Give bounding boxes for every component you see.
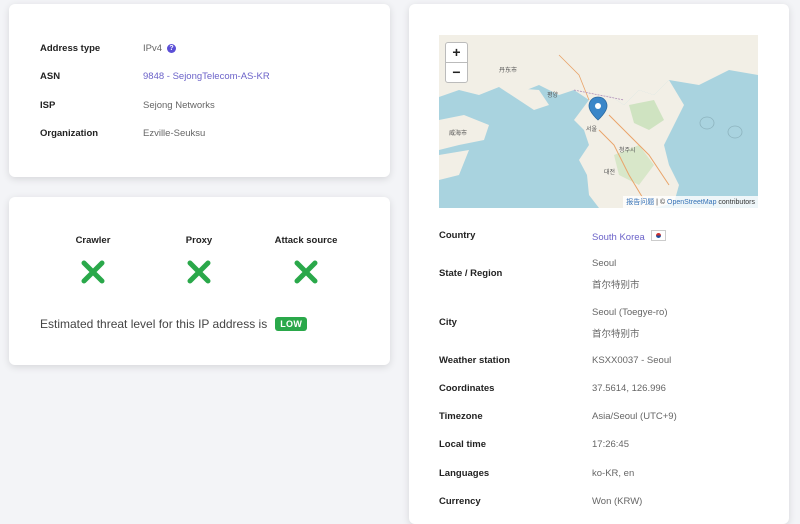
- map-label-city: 평양: [547, 93, 559, 99]
- coordinates-value: 37.5614, 126.996: [592, 383, 666, 394]
- city-native-name: 首尔特别市: [592, 329, 640, 340]
- address-type-label: Address type: [40, 43, 101, 54]
- attack-source-column: Attack source: [261, 235, 351, 289]
- address-type-value: IPv4?: [143, 43, 177, 54]
- city-label: City: [439, 317, 457, 328]
- country-label: Country: [439, 230, 476, 241]
- timezone-label: Timezone: [439, 411, 483, 422]
- currency-label: Currency: [439, 496, 481, 507]
- help-icon[interactable]: ?: [167, 44, 177, 53]
- organization-value: Ezville-Seuksu: [143, 128, 206, 139]
- x-mark-icon: [48, 260, 138, 289]
- location-map[interactable]: 서울 청주시 대전 평양 威海市 丹东市 + − 报告问题 | © OpenSt…: [439, 35, 758, 208]
- currency-value: Won (KRW): [592, 496, 643, 507]
- weather-station-value: KSXX0037 - Seoul: [592, 355, 672, 366]
- x-mark-icon: [154, 260, 244, 289]
- report-issue-link[interactable]: 报告问题: [626, 199, 654, 206]
- map-tiles: [439, 35, 758, 208]
- timezone-value: Asia/Seoul (UTC+9): [592, 411, 677, 422]
- threat-level-text: Estimated threat level for this IP addre…: [40, 317, 308, 331]
- ip-info-card: Address type IPv4? ASN 9848 - SejongTele…: [9, 4, 390, 177]
- state-native-name: 首尔特别市: [592, 280, 640, 291]
- map-label-city: 威海市: [449, 131, 468, 137]
- crawler-header: Crawler: [75, 235, 111, 246]
- attribution-tail: contributors: [716, 199, 755, 206]
- state-label: State / Region: [439, 268, 503, 279]
- country-value: South Korea: [592, 230, 666, 243]
- threat-card: Crawler Proxy Attack source Estimated th…: [9, 197, 390, 365]
- local-time-value: 17:26:45: [592, 439, 629, 450]
- openstreetmap-link[interactable]: OpenStreetMap: [667, 199, 716, 206]
- crawler-column: Crawler: [48, 235, 138, 289]
- threat-level-badge: LOW: [275, 317, 308, 331]
- map-attribution: 报告问题 | © OpenStreetMap contributors: [623, 196, 758, 208]
- asn-label: ASN: [40, 71, 61, 82]
- proxy-column: Proxy: [154, 235, 244, 289]
- languages-value: ko-KR, en: [592, 468, 635, 479]
- city-value: Seoul (Toegye-ro): [592, 307, 668, 318]
- organization-label: Organization: [40, 128, 99, 139]
- attribution-separator: | ©: [654, 199, 668, 206]
- isp-value: Sejong Networks: [143, 100, 215, 111]
- state-value: Seoul: [592, 258, 617, 269]
- country-link[interactable]: South Korea: [592, 232, 645, 243]
- zoom-out-button[interactable]: −: [445, 62, 468, 83]
- threat-level-sentence: Estimated threat level for this IP addre…: [40, 317, 268, 331]
- isp-label: ISP: [40, 100, 56, 111]
- zoom-in-button[interactable]: +: [445, 42, 468, 63]
- map-label-city: 청주시: [619, 148, 636, 154]
- map-label-city: 丹东市: [499, 68, 518, 74]
- address-type-text: IPv4: [143, 43, 163, 54]
- south-korea-flag-icon: [650, 230, 666, 241]
- coordinates-label: Coordinates: [439, 383, 495, 394]
- weather-station-label: Weather station: [439, 355, 511, 366]
- attack-source-header: Attack source: [274, 235, 338, 246]
- local-time-label: Local time: [439, 439, 486, 450]
- map-label-seoul: 서울: [586, 127, 598, 133]
- proxy-header: Proxy: [185, 235, 213, 246]
- geolocation-card: 서울 청주시 대전 평양 威海市 丹东市 + − 报告问题 | © OpenSt…: [409, 4, 789, 524]
- asn-link[interactable]: 9848 - SejongTelecom-AS-KR: [143, 71, 270, 82]
- x-mark-icon: [261, 260, 351, 289]
- languages-label: Languages: [439, 468, 490, 479]
- map-label-city: 대전: [604, 170, 616, 176]
